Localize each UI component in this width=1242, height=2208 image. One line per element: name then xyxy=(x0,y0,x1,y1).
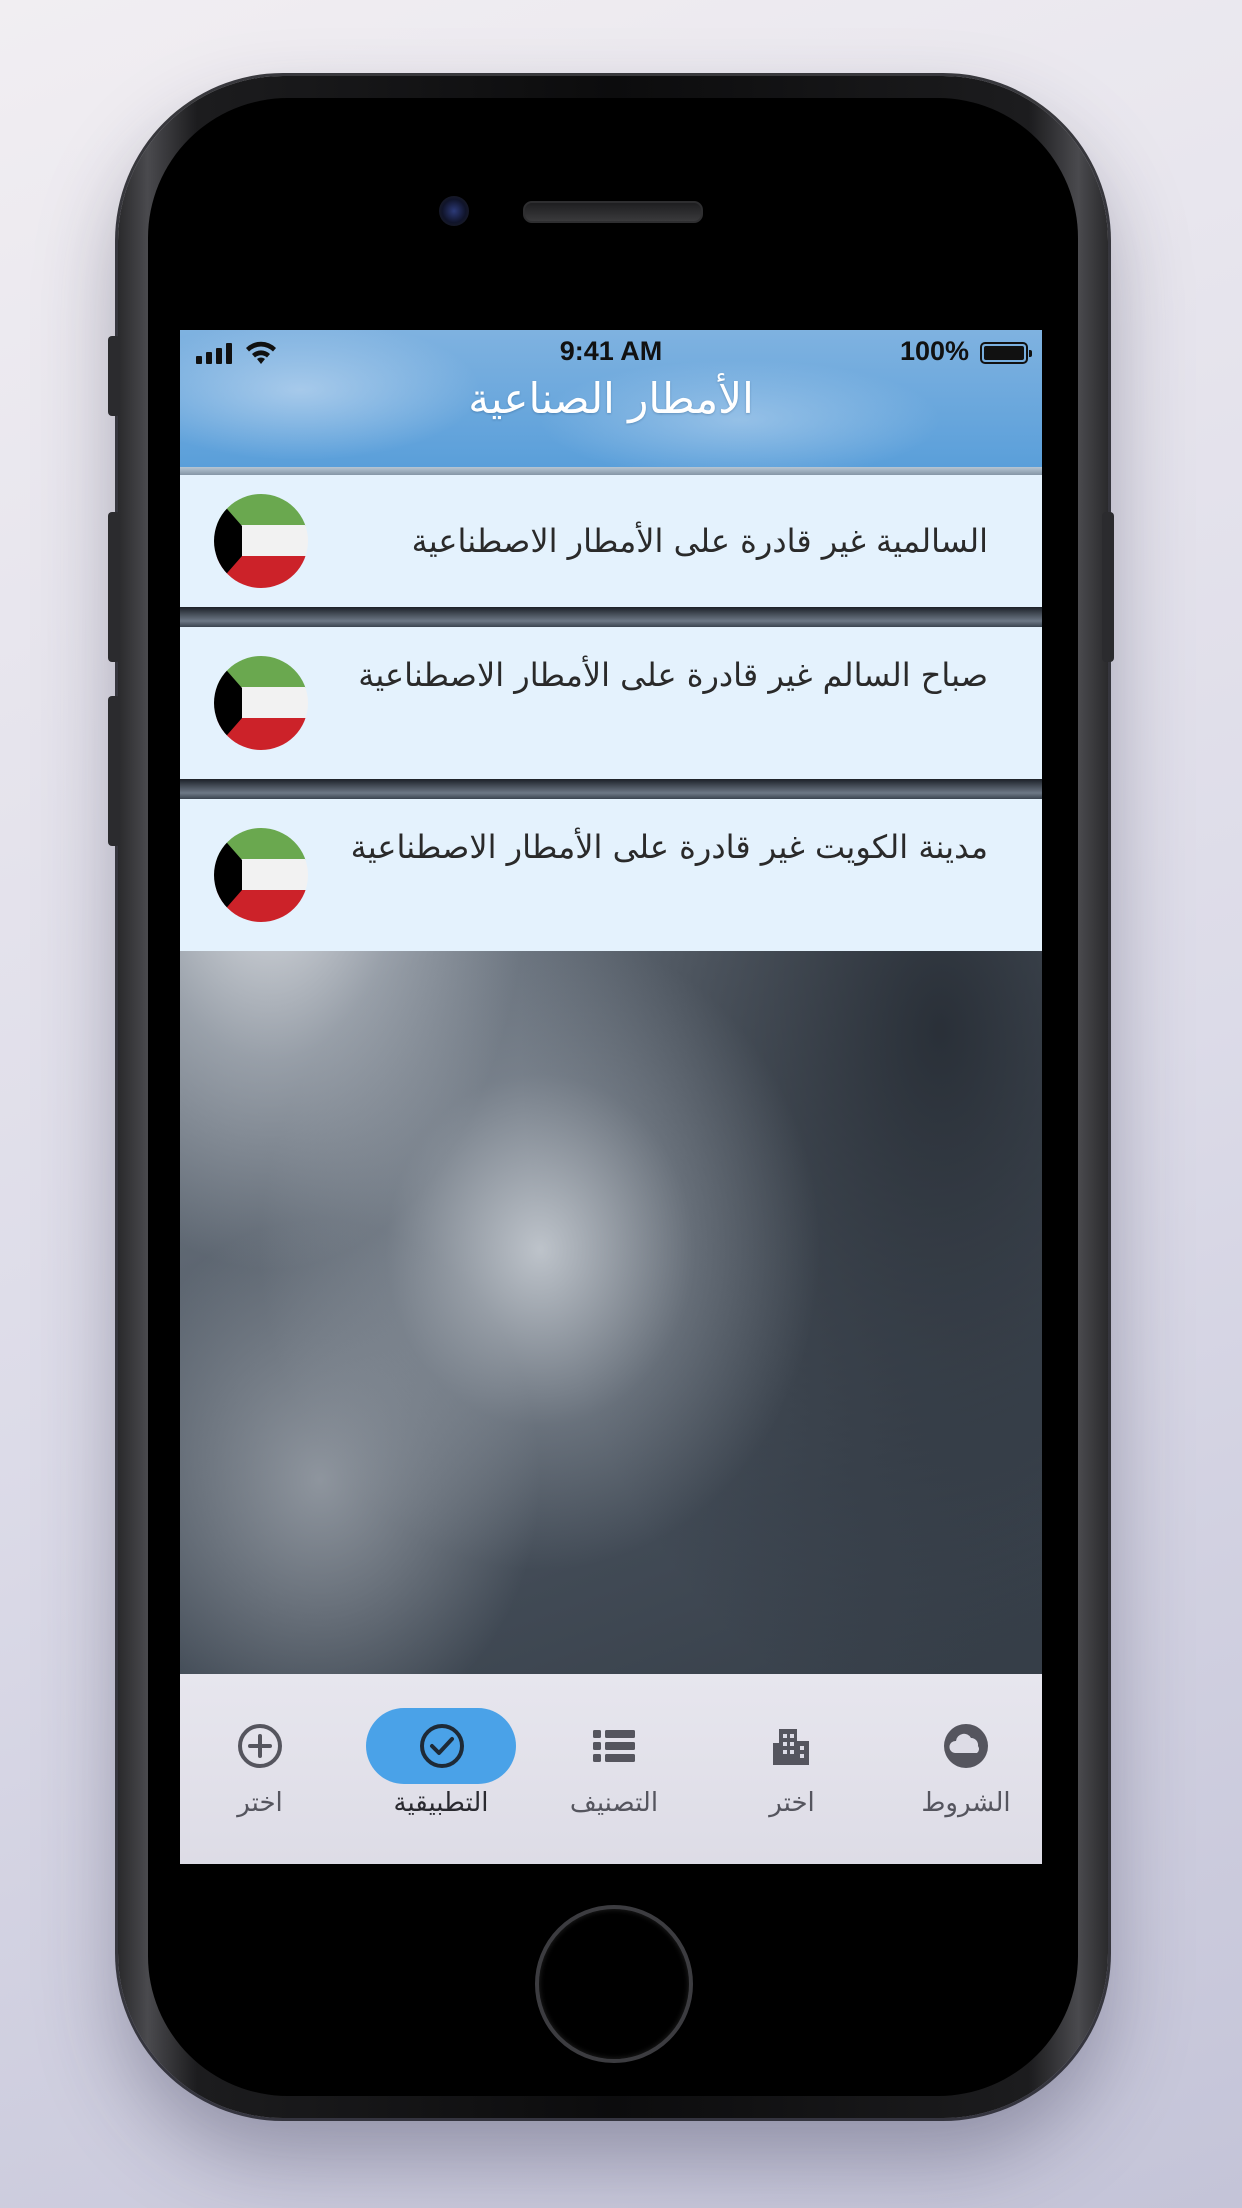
list-divider xyxy=(180,779,1042,799)
mute-switch xyxy=(108,336,120,416)
tab-label: الشروط xyxy=(921,1788,1011,1818)
kuwait-flag-icon xyxy=(214,828,308,922)
tab-label: التصنيف xyxy=(569,1788,659,1818)
volume-down-button xyxy=(108,696,120,846)
front-camera xyxy=(439,196,469,226)
kuwait-flag-icon xyxy=(214,494,308,588)
app-screen: 9:41 AM 100% الأمطار الصناعية السالمية غ… xyxy=(180,330,1042,1864)
app-header: 9:41 AM 100% الأمطار الصناعية xyxy=(180,330,1042,475)
tab-add[interactable]: اختر xyxy=(180,1674,340,1864)
list-icon xyxy=(593,1730,635,1762)
list-item[interactable]: صباح السالم غير قادرة على الأمطار الاصطن… xyxy=(180,627,1042,799)
home-button[interactable] xyxy=(535,1905,693,2063)
battery-icon xyxy=(980,342,1032,364)
tab-label: التطبيقية xyxy=(393,1788,489,1818)
building-icon xyxy=(773,1729,809,1765)
list-item[interactable]: السالمية غير قادرة على الأمطار الاصطناعي… xyxy=(180,475,1042,627)
list-item[interactable]: مدينة الكويت غير قادرة على الأمطار الاصط… xyxy=(180,799,1042,951)
check-circle-icon xyxy=(420,1724,464,1768)
tab-label: اختر xyxy=(237,1788,283,1818)
list-item-text: السالمية غير قادرة على الأمطار الاصطناعي… xyxy=(411,522,988,560)
tab-classification[interactable]: التصنيف xyxy=(534,1674,694,1864)
list-divider xyxy=(180,607,1042,627)
bottom-tab-bar: اختر التطبيقية التصنيف اختر الشروط xyxy=(180,1674,1042,1864)
plus-circle-icon xyxy=(238,1724,282,1768)
tab-label: اختر xyxy=(769,1788,815,1818)
page-title: الأمطار الصناعية xyxy=(468,374,754,423)
cloud-icon xyxy=(944,1724,988,1768)
tab-choose[interactable]: اختر xyxy=(712,1674,872,1864)
list-item-text: مدينة الكويت غير قادرة على الأمطار الاصط… xyxy=(350,828,988,866)
battery-percentage: 100% xyxy=(899,336,969,366)
earpiece-speaker xyxy=(523,201,703,223)
tab-applied[interactable]: التطبيقية xyxy=(356,1674,516,1864)
list-item-text: صباح السالم غير قادرة على الأمطار الاصطن… xyxy=(358,656,988,694)
volume-up-button xyxy=(108,512,120,662)
city-list: السالمية غير قادرة على الأمطار الاصطناعي… xyxy=(180,475,1042,951)
power-button xyxy=(1102,512,1114,662)
status-bar: 9:41 AM 100% xyxy=(180,330,1042,374)
kuwait-flag-icon xyxy=(214,656,308,750)
tab-conditions[interactable]: الشروط xyxy=(886,1674,1042,1864)
